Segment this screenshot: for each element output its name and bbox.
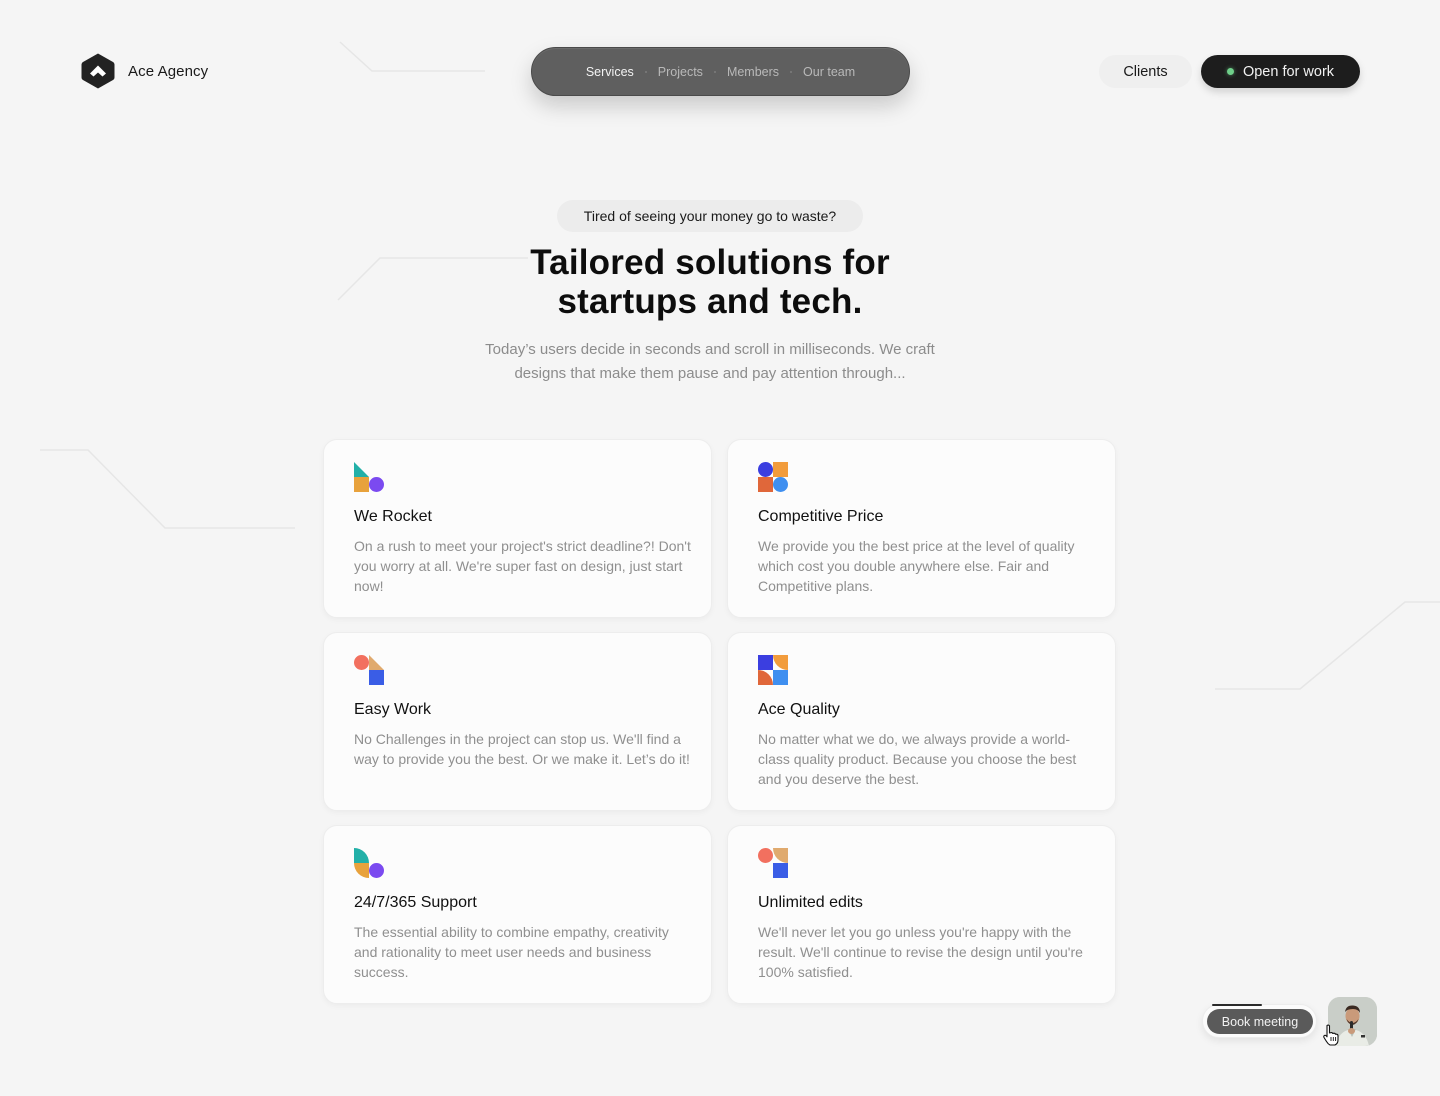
nav-item-our-team[interactable]: Our team bbox=[792, 65, 866, 79]
bg-line bbox=[1215, 601, 1440, 690]
feature-card-competitive-price: Competitive Price We provide you the bes… bbox=[727, 439, 1116, 618]
book-meeting-button[interactable]: Book meeting bbox=[1207, 1009, 1313, 1034]
brand-logo[interactable]: Ace Agency bbox=[80, 52, 208, 90]
feature-description: We provide you the best price at the lev… bbox=[758, 538, 1075, 594]
hero-title-line-1: Tailored solutions for bbox=[530, 243, 890, 282]
bg-line bbox=[40, 449, 295, 529]
quality-shapes-icon bbox=[758, 655, 788, 685]
feature-description: On a rush to meet your project's strict … bbox=[354, 538, 691, 594]
feature-title: 24/7/365 Support bbox=[354, 894, 477, 911]
feature-card-ace-quality: Ace Quality No matter what we do, we alw… bbox=[727, 632, 1116, 811]
feature-title: We Rocket bbox=[354, 508, 432, 525]
hero-title-line-2: startups and tech. bbox=[557, 282, 863, 321]
status-dot-icon bbox=[1226, 68, 1234, 75]
hand-pointer-cursor-icon bbox=[1323, 1024, 1339, 1046]
hexagon-logo-icon bbox=[81, 53, 115, 89]
brand-name: Ace Agency bbox=[128, 62, 209, 80]
edits-shapes-icon bbox=[758, 848, 788, 878]
main-nav: Services Projects Members Our team bbox=[531, 47, 910, 96]
page: Ace Agency Services Projects Members Our… bbox=[0, 0, 1440, 1096]
nav-item-projects[interactable]: Projects bbox=[647, 65, 714, 79]
hero-title: Tailored solutions for startups and tech… bbox=[420, 243, 1000, 321]
rocket-shapes-icon bbox=[354, 462, 384, 492]
bg-line bbox=[339, 41, 485, 72]
feature-card-support: 24/7/365 Support The essential ability t… bbox=[323, 825, 712, 1004]
hero-subtitle: Today’s users decide in seconds and scro… bbox=[460, 338, 960, 386]
nav-item-services[interactable]: Services bbox=[575, 65, 645, 79]
feature-card-unlimited-edits: Unlimited edits We'll never let you go u… bbox=[727, 825, 1116, 1004]
nav-item-members[interactable]: Members bbox=[716, 65, 790, 79]
hero-subtitle-line-1: Today’s users decide in seconds and scro… bbox=[485, 341, 935, 358]
feature-description: The essential ability to combine empathy… bbox=[354, 924, 669, 980]
feature-description: We'll never let you go unless you're hap… bbox=[758, 924, 1083, 980]
feature-title: Ace Quality bbox=[758, 701, 840, 718]
clients-button[interactable]: Clients bbox=[1099, 55, 1192, 88]
feature-title: Unlimited edits bbox=[758, 894, 863, 911]
feature-description: No matter what we do, we always provide … bbox=[758, 731, 1077, 787]
hero-eyebrow-badge: Tired of seeing your money go to waste? bbox=[557, 200, 863, 232]
background-decoration bbox=[40, 41, 1440, 690]
open-for-work-button[interactable]: Open for work bbox=[1201, 55, 1360, 88]
feature-title: Easy Work bbox=[354, 701, 432, 718]
feature-card-easy-work: Easy Work No Challenges in the project c… bbox=[323, 632, 712, 811]
feature-card-we-rocket: We Rocket On a rush to meet your project… bbox=[323, 439, 712, 618]
open-for-work-label: Open for work bbox=[1242, 63, 1335, 80]
feature-description: No Challenges in the project can stop us… bbox=[354, 731, 690, 767]
easy-work-shapes-icon bbox=[354, 655, 384, 685]
price-shapes-icon bbox=[758, 462, 788, 492]
book-meeting-indicator bbox=[1212, 1004, 1262, 1006]
hero-subtitle-line-2: designs that make them pause and pay att… bbox=[514, 365, 906, 382]
support-shapes-icon bbox=[354, 848, 384, 878]
feature-title: Competitive Price bbox=[758, 508, 884, 525]
